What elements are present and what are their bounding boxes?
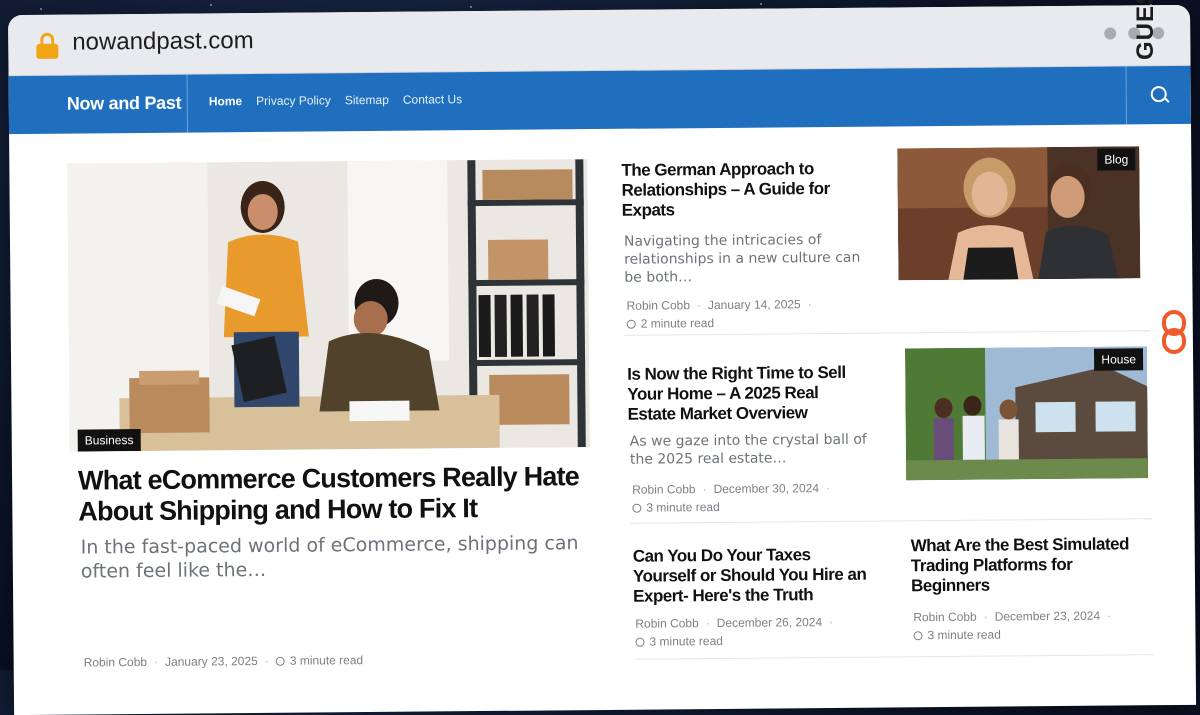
nav-link-contact-us[interactable]: Contact Us xyxy=(403,92,462,107)
clock-icon xyxy=(913,631,923,641)
browser-toolbar: nowandpast.com xyxy=(8,4,1191,77)
article-excerpt: Navigating the intricacies of relationsh… xyxy=(623,232,861,286)
link-chain-icon xyxy=(1162,310,1186,354)
article-title[interactable]: Is Now the Right Time to Sell Your Home … xyxy=(627,363,858,425)
post-date: December 30, 2024 xyxy=(713,481,820,497)
post-date: December 23, 2024 xyxy=(994,608,1101,624)
site-logo[interactable]: Now and Past xyxy=(67,93,182,115)
address-bar[interactable]: nowandpast.com xyxy=(72,27,254,57)
author-link[interactable]: Robin Cobb xyxy=(632,482,695,497)
hero-excerpt: In the fast-paced world of eCommerce, sh… xyxy=(80,532,579,583)
lock-icon xyxy=(36,32,59,59)
nav-menu: Home Privacy Policy Sitemap Contact Us xyxy=(209,92,463,108)
main-content: Business What eCommerce Customers Really… xyxy=(9,124,1196,714)
article-divider xyxy=(624,330,1151,336)
nav-link-privacy-policy[interactable]: Privacy Policy xyxy=(256,93,331,108)
site-navbar: Now and Past Home Privacy Policy Sitemap… xyxy=(8,65,1192,135)
article-read-time: 3 minute read xyxy=(635,634,723,649)
category-badge[interactable]: Blog xyxy=(1097,148,1136,171)
article-title[interactable]: What Are the Best Simulated Trading Plat… xyxy=(911,534,1147,596)
article-read-time: 3 minute read xyxy=(913,628,1001,643)
post-date: December 26, 2024 xyxy=(716,615,823,630)
article-meta: Robin Cobb · January 14, 2025 · xyxy=(626,297,812,313)
window-dot-icon[interactable] xyxy=(1104,27,1117,40)
article-title[interactable]: The German Approach to Relationships – A… xyxy=(621,159,847,221)
article-meta: Robin Cobb · December 26, 2024 · xyxy=(635,614,834,631)
article-divider xyxy=(635,654,1154,660)
nav-divider xyxy=(186,74,189,133)
read-time: 3 minute read xyxy=(289,653,364,668)
watermark-text: GUESTPOSTLINKS xyxy=(1132,0,1160,60)
hero-title[interactable]: What eCommerce Customers Really Hate Abo… xyxy=(78,461,599,528)
article-meta: Robin Cobb · December 23, 2024 · xyxy=(913,608,1112,625)
article-divider xyxy=(630,518,1153,524)
guestpostlinks-watermark: GUESTPOSTLINKS xyxy=(1132,0,1194,360)
browser-window: nowandpast.com Now and Past Home Privacy… xyxy=(8,4,1197,715)
clock-icon xyxy=(626,319,636,329)
article-read-time: 3 minute read xyxy=(632,500,720,515)
article-title[interactable]: Can You Do Your Taxes Yourself or Should… xyxy=(633,545,874,607)
article-thumbnail[interactable]: House xyxy=(904,346,1149,481)
hero-image[interactable]: Business xyxy=(67,159,590,452)
clock-icon xyxy=(632,503,642,513)
clock-icon xyxy=(635,637,645,647)
author-link[interactable]: Robin Cobb xyxy=(84,655,147,670)
article-meta: Robin Cobb · December 30, 2024 · xyxy=(632,481,831,497)
hero-meta: Robin Cobb · January 23, 2025 · 3 minute rea… xyxy=(83,653,364,670)
nav-link-sitemap[interactable]: Sitemap xyxy=(345,93,389,107)
article-read-time: 2 minute read xyxy=(626,316,714,331)
post-date: January 14, 2025 xyxy=(707,297,801,313)
post-date: January 23, 2025 xyxy=(164,654,258,669)
nav-link-home[interactable]: Home xyxy=(209,94,242,108)
clock-icon xyxy=(275,656,285,666)
article-excerpt: As we gaze into the crystal ball of the … xyxy=(629,431,867,468)
article-thumbnail[interactable]: Blog xyxy=(897,146,1141,281)
author-link[interactable]: Robin Cobb xyxy=(627,298,690,313)
author-link[interactable]: Robin Cobb xyxy=(913,610,976,625)
author-link[interactable]: Robin Cobb xyxy=(635,616,698,631)
category-badge[interactable]: Business xyxy=(77,429,141,452)
category-badge[interactable]: House xyxy=(1094,348,1144,371)
